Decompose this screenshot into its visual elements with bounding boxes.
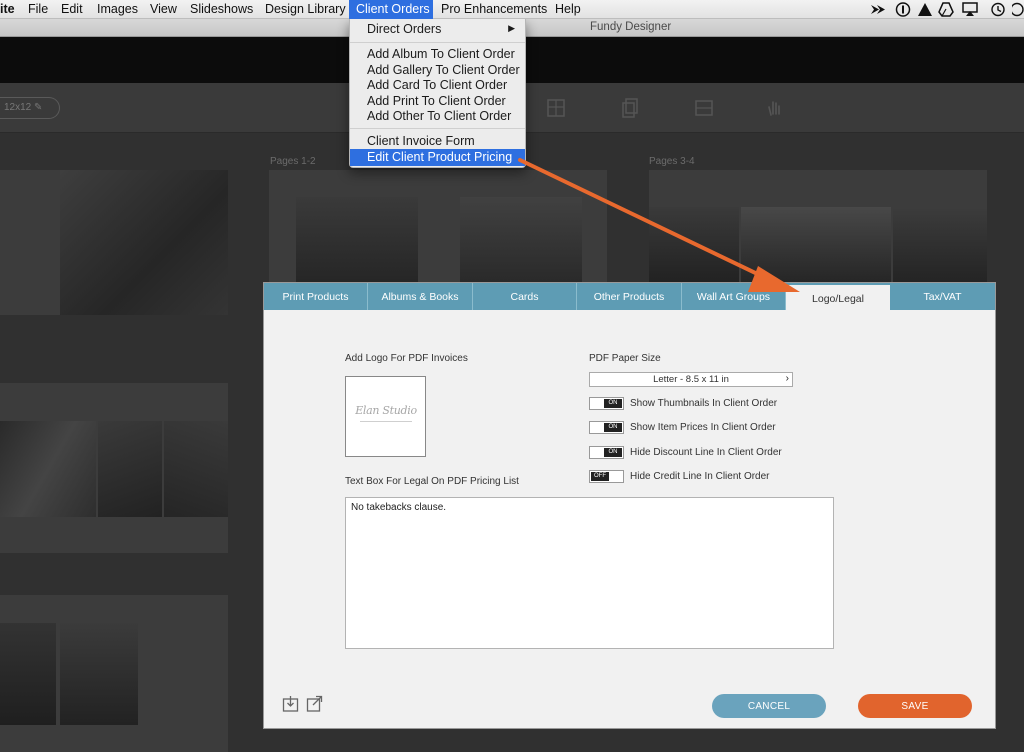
menu-bar: ite File Edit Images View Slideshows Des… xyxy=(0,0,1024,19)
menu-separator xyxy=(350,42,525,43)
menu-slideshows[interactable]: Slideshows xyxy=(190,2,253,16)
toggle-hide-credit[interactable]: OFF xyxy=(589,470,624,483)
tab-other-products[interactable]: Other Products xyxy=(577,283,682,310)
tab-wall-art-groups[interactable]: Wall Art Groups xyxy=(682,283,786,310)
menu-separator xyxy=(350,128,525,129)
menu-item-edit-pricing[interactable]: Edit Client Product Pricing xyxy=(350,149,525,166)
legal-label: Text Box For Legal On PDF Pricing List xyxy=(345,476,519,487)
toggle-show-item-prices[interactable]: ON xyxy=(589,421,624,434)
legal-textarea[interactable]: No takebacks clause. xyxy=(345,497,834,649)
layout-icon[interactable] xyxy=(546,97,566,119)
tab-albums-books[interactable]: Albums & Books xyxy=(368,283,473,310)
submenu-arrow-icon: ▶ xyxy=(508,23,515,33)
menu-view[interactable]: View xyxy=(150,2,177,16)
album-spread[interactable] xyxy=(0,383,228,553)
tab-tax-vat[interactable]: Tax/VAT xyxy=(890,283,995,310)
album-spread[interactable] xyxy=(0,170,228,315)
grid-icon[interactable] xyxy=(694,97,714,119)
toggle-show-thumbnails[interactable]: ON xyxy=(589,397,624,410)
couple-photo[interactable] xyxy=(164,421,228,517)
couple-photo[interactable] xyxy=(741,207,891,282)
couple-photo[interactable] xyxy=(893,207,987,282)
option-label: Show Thumbnails In Client Order xyxy=(630,398,778,409)
menu-item-direct-orders[interactable]: Direct Orders ▶ xyxy=(350,21,525,38)
menu-item-add-album[interactable]: Add Album To Client Order xyxy=(350,46,525,63)
tab-logo-legal[interactable]: Logo/Legal xyxy=(786,285,890,311)
menu-help[interactable]: Help xyxy=(555,2,581,16)
couple-photo[interactable] xyxy=(60,623,138,725)
option-label: Show Item Prices In Client Order xyxy=(630,422,776,433)
toggle-state: ON xyxy=(604,399,622,408)
album-spread[interactable] xyxy=(0,595,228,752)
couple-photo[interactable] xyxy=(0,421,96,517)
album-spread[interactable] xyxy=(269,170,607,282)
hand-icon[interactable] xyxy=(764,97,784,119)
info-circle-icon[interactable] xyxy=(895,2,911,17)
menu-pro-enhancements[interactable]: Pro Enhancements xyxy=(441,2,547,16)
logo-dropzone[interactable]: Elan Studio xyxy=(345,376,426,457)
option-label: Hide Credit Line In Client Order xyxy=(630,471,770,482)
pencil-icon: ✎ xyxy=(34,102,43,113)
couple-photo[interactable] xyxy=(98,421,162,517)
tab-print-products[interactable]: Print Products xyxy=(264,283,368,310)
drive-icon[interactable] xyxy=(938,2,954,17)
couple-photo[interactable] xyxy=(649,207,739,282)
album-size-label: 12x12 xyxy=(4,102,32,113)
menu-file[interactable]: File xyxy=(28,2,48,16)
menu-client-orders[interactable]: Client Orders xyxy=(349,0,433,19)
album-size-pill[interactable]: 12x12 ✎ xyxy=(0,97,60,119)
more-icon[interactable] xyxy=(1012,2,1024,17)
chevron-right-icon: › xyxy=(785,373,789,384)
client-orders-menu: Direct Orders ▶ Add Album To Client Orde… xyxy=(349,19,526,168)
menu-design-library[interactable]: Design Library xyxy=(265,2,346,16)
paper-size-select[interactable]: Letter - 8.5 x 11 in › xyxy=(589,372,793,387)
menu-item-add-other[interactable]: Add Other To Client Order xyxy=(350,108,525,125)
import-icon[interactable] xyxy=(282,695,299,712)
street-photo[interactable] xyxy=(460,197,582,282)
cancel-button[interactable]: CANCEL xyxy=(712,694,826,718)
couple-photo[interactable] xyxy=(0,623,56,725)
spread-label: Pages 3-4 xyxy=(649,156,695,167)
couple-photo[interactable] xyxy=(60,170,228,315)
send-arrow-icon[interactable] xyxy=(870,2,886,17)
menu-item-label: Direct Orders xyxy=(367,22,442,36)
toggle-state: ON xyxy=(604,423,622,432)
studio-logo: Elan Studio xyxy=(355,404,417,417)
save-button[interactable]: SAVE xyxy=(858,694,972,718)
time-machine-icon[interactable] xyxy=(990,2,1006,17)
airplay-icon[interactable] xyxy=(962,2,978,17)
warning-triangle-icon[interactable] xyxy=(917,2,933,17)
dialog-tab-bar: Print Products Albums & Books Cards Othe… xyxy=(264,283,995,311)
paper-size-value: Letter - 8.5 x 11 in xyxy=(653,374,729,385)
option-label: Hide Discount Line In Client Order xyxy=(630,447,782,458)
logo-underline xyxy=(360,421,412,422)
logo-label: Add Logo For PDF Invoices xyxy=(345,353,468,364)
building-photo[interactable] xyxy=(296,197,418,282)
toggle-state: ON xyxy=(604,448,622,457)
client-pricing-dialog: Print Products Albums & Books Cards Othe… xyxy=(263,282,996,729)
paper-size-label: PDF Paper Size xyxy=(589,353,661,364)
toggle-hide-discount[interactable]: ON xyxy=(589,446,624,459)
app-menu[interactable]: ite xyxy=(0,2,15,16)
menu-images[interactable]: Images xyxy=(97,2,138,16)
spread-label: Pages 1-2 xyxy=(270,156,316,167)
album-spread[interactable] xyxy=(649,170,987,282)
window-title: Fundy Designer xyxy=(590,21,672,33)
menu-item-add-card[interactable]: Add Card To Client Order xyxy=(350,77,525,94)
toggle-state: OFF xyxy=(591,472,609,481)
menu-item-client-invoice[interactable]: Client Invoice Form xyxy=(350,133,525,150)
export-icon[interactable] xyxy=(306,695,323,712)
duplicate-icon[interactable] xyxy=(620,97,640,119)
tab-cards[interactable]: Cards xyxy=(473,283,577,310)
menu-edit[interactable]: Edit xyxy=(61,2,83,16)
